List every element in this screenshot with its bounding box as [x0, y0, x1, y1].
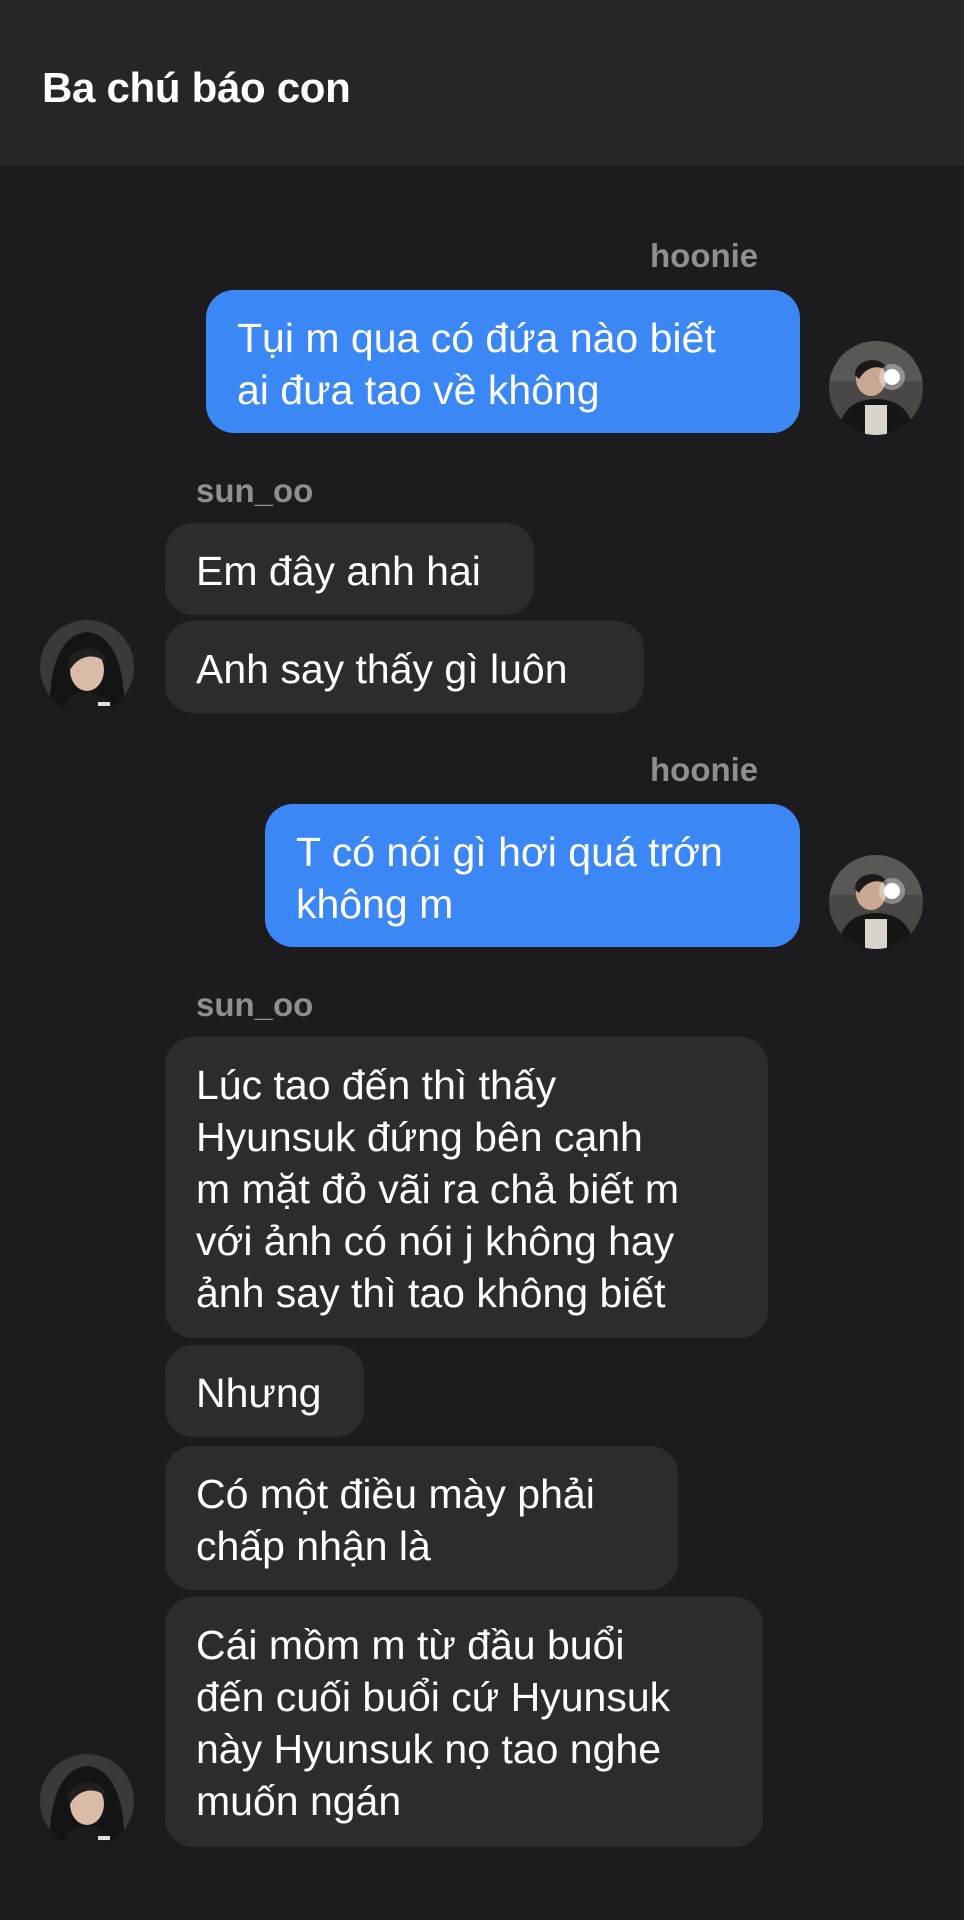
message-line: này Hyunsuk nọ tao nghe — [196, 1726, 661, 1772]
message-bubble-incoming[interactable]: Em đây anh hai — [165, 523, 534, 615]
sender-name: sun_oo — [196, 986, 314, 1023]
message-bubble-incoming[interactable]: Nhưng — [165, 1345, 364, 1437]
sender-name: hoonie — [650, 237, 759, 274]
message-line: đến cuối buổi cứ Hyunsuk — [196, 1674, 671, 1720]
message-bubble-outgoing[interactable]: Tụi m qua có đứa nào biết ai đưa tao về … — [206, 290, 800, 433]
message-line: Nhưng — [196, 1370, 322, 1416]
sender-name: sun_oo — [196, 472, 314, 509]
avatar-sun-oo[interactable] — [40, 1754, 134, 1848]
avatar-hoonie-image — [829, 341, 923, 435]
message-bubble-incoming[interactable]: Cái mồm m từ đầu buổi đến cuối buổi cứ H… — [165, 1597, 763, 1847]
message-line: ảnh say thì tao không biết — [196, 1270, 666, 1316]
message-line: Tụi m qua có đứa nào biết — [237, 315, 716, 361]
message-line: chấp nhận là — [196, 1523, 431, 1569]
message-bubble-incoming[interactable]: Lúc tao đến thì thấy Hyunsuk đứng bên cạ… — [165, 1037, 768, 1338]
message-line: Lúc tao đến thì thấy — [196, 1062, 557, 1108]
avatar-sun-oo-image — [40, 620, 134, 714]
message-bubble-incoming[interactable]: Anh say thấy gì luôn — [165, 621, 644, 713]
avatar-hoonie-image — [829, 855, 923, 949]
message-bubble-outgoing[interactable]: T có nói gì hơi quá trớn không m — [265, 804, 800, 947]
message-bubble-incoming[interactable]: Có một điều mày phải chấp nhận là — [165, 1446, 678, 1590]
message-line: Có một điều mày phải — [196, 1471, 595, 1517]
message-line: với ảnh có nói j không hay — [196, 1218, 675, 1264]
avatar-hoonie[interactable] — [829, 855, 923, 949]
chat-header: Ba chú báo con — [0, 0, 964, 166]
message-line: m mặt đỏ vãi ra chả biết m — [196, 1166, 680, 1212]
message-line: Hyunsuk đứng bên cạnh — [196, 1114, 643, 1160]
message-line: ai đưa tao về không — [237, 367, 600, 413]
sender-name: hoonie — [650, 751, 759, 788]
avatar-sun-oo[interactable] — [40, 620, 134, 714]
message-line: T có nói gì hơi quá trớn — [296, 829, 723, 875]
message-line: Em đây anh hai — [196, 548, 481, 594]
message-line: Cái mồm m từ đầu buổi — [196, 1622, 625, 1668]
message-line: Anh say thấy gì luôn — [196, 646, 568, 692]
group-chat-title[interactable]: Ba chú báo con — [42, 64, 351, 112]
avatar-hoonie[interactable] — [829, 341, 923, 435]
message-line: không m — [296, 881, 454, 927]
message-line: muốn ngán — [196, 1778, 402, 1824]
avatar-sun-oo-image — [40, 1754, 134, 1848]
